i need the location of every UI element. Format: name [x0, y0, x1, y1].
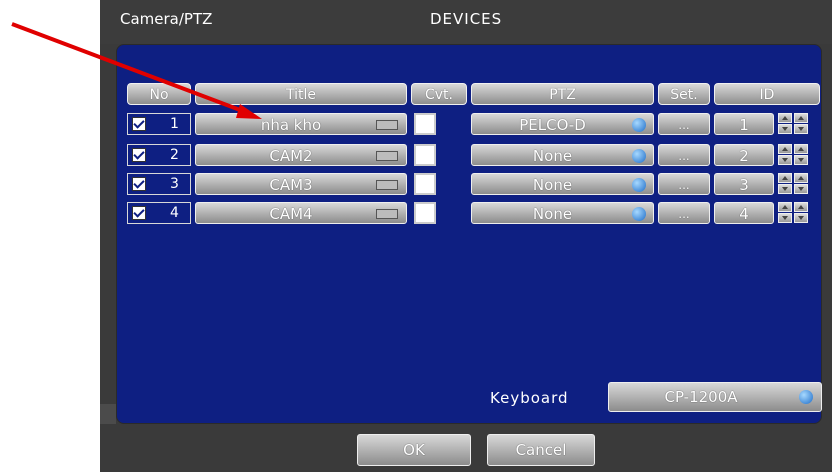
- row-checkbox[interactable]: [132, 148, 146, 162]
- row-checkbox[interactable]: [132, 117, 146, 131]
- ptz-value: PELCO-D: [519, 116, 586, 134]
- row-checkbox[interactable]: [132, 177, 146, 191]
- row-number-cell[interactable]: 2: [127, 144, 191, 166]
- id-field[interactable]: 4: [714, 202, 774, 224]
- keyboard-select[interactable]: CP-1200A: [608, 382, 822, 412]
- table-row: 2 CAM2 None ... 2: [0, 144, 832, 166]
- spin-up-icon[interactable]: [778, 202, 792, 212]
- set-button[interactable]: ...: [658, 173, 710, 195]
- title-field[interactable]: CAM4: [195, 202, 407, 224]
- spin-down-icon[interactable]: [778, 184, 792, 194]
- ptz-value: None: [532, 147, 573, 165]
- header-no: No: [127, 83, 191, 105]
- set-button[interactable]: ...: [658, 144, 710, 166]
- row-number-cell[interactable]: 1: [127, 113, 191, 135]
- id-field[interactable]: 3: [714, 173, 774, 195]
- table-row: 1 nha kho PELCO-D ... 1: [0, 113, 832, 135]
- header-cvt: Cvt.: [411, 83, 467, 105]
- row-number: 3: [170, 176, 179, 192]
- spin-down-icon[interactable]: [778, 213, 792, 223]
- title-field[interactable]: CAM2: [195, 144, 407, 166]
- table-row: 4 CAM4 None ... 4: [0, 202, 832, 224]
- header-ptz: PTZ: [471, 83, 654, 105]
- header-id: ID: [714, 83, 820, 105]
- keyboard-icon[interactable]: [376, 151, 398, 161]
- title-value: CAM4: [269, 205, 313, 223]
- title-bar: Camera/PTZ DEVICES: [100, 0, 832, 44]
- row-checkbox[interactable]: [132, 206, 146, 220]
- header-set: Set.: [658, 83, 710, 105]
- spin-up-icon[interactable]: [778, 113, 792, 123]
- spin-up-icon[interactable]: [778, 173, 792, 183]
- row-number-cell[interactable]: 4: [127, 202, 191, 224]
- globe-icon: [632, 207, 646, 221]
- spin-down-icon[interactable]: [794, 124, 808, 134]
- cvt-checkbox[interactable]: [414, 173, 436, 195]
- ptz-select[interactable]: PELCO-D: [471, 113, 654, 135]
- set-button[interactable]: ...: [658, 202, 710, 224]
- title-value: CAM2: [269, 147, 313, 165]
- spin-down-icon[interactable]: [778, 124, 792, 134]
- globe-icon: [799, 390, 813, 404]
- spin-up-icon[interactable]: [778, 144, 792, 154]
- header-title: Title: [195, 83, 407, 105]
- title-field[interactable]: CAM3: [195, 173, 407, 195]
- panel-edge: [100, 404, 116, 424]
- spin-down-icon[interactable]: [794, 213, 808, 223]
- cvt-checkbox[interactable]: [414, 202, 436, 224]
- page-title: DEVICES: [430, 10, 503, 28]
- row-number: 4: [170, 205, 179, 221]
- id-field[interactable]: 1: [714, 113, 774, 135]
- cancel-button[interactable]: Cancel: [487, 434, 595, 466]
- row-number: 1: [170, 116, 179, 132]
- ptz-select[interactable]: None: [471, 144, 654, 166]
- set-button[interactable]: ...: [658, 113, 710, 135]
- spin-down-icon[interactable]: [794, 155, 808, 165]
- globe-icon: [632, 149, 646, 163]
- ptz-select[interactable]: None: [471, 202, 654, 224]
- row-number: 2: [170, 147, 179, 163]
- keyboard-select-value: CP-1200A: [664, 388, 738, 406]
- title-value: nha kho: [260, 116, 322, 134]
- title-field[interactable]: nha kho: [195, 113, 407, 135]
- spin-up-icon[interactable]: [794, 202, 808, 212]
- keyboard-label: Keyboard: [490, 389, 569, 407]
- cvt-checkbox[interactable]: [414, 144, 436, 166]
- spin-up-icon[interactable]: [794, 113, 808, 123]
- keyboard-icon[interactable]: [376, 120, 398, 130]
- row-number-cell[interactable]: 3: [127, 173, 191, 195]
- spin-up-icon[interactable]: [794, 173, 808, 183]
- ptz-value: None: [532, 176, 573, 194]
- keyboard-icon[interactable]: [376, 180, 398, 190]
- title-value: CAM3: [269, 176, 313, 194]
- id-field[interactable]: 2: [714, 144, 774, 166]
- menu-path: Camera/PTZ: [120, 10, 213, 28]
- keyboard-icon[interactable]: [376, 209, 398, 219]
- cvt-checkbox[interactable]: [414, 113, 436, 135]
- globe-icon: [632, 178, 646, 192]
- spin-down-icon[interactable]: [794, 184, 808, 194]
- globe-icon: [632, 118, 646, 132]
- spin-down-icon[interactable]: [778, 155, 792, 165]
- ptz-select[interactable]: None: [471, 173, 654, 195]
- spin-up-icon[interactable]: [794, 144, 808, 154]
- table-row: 3 CAM3 None ... 3: [0, 173, 832, 195]
- ok-button[interactable]: OK: [357, 434, 471, 466]
- ptz-value: None: [532, 205, 573, 223]
